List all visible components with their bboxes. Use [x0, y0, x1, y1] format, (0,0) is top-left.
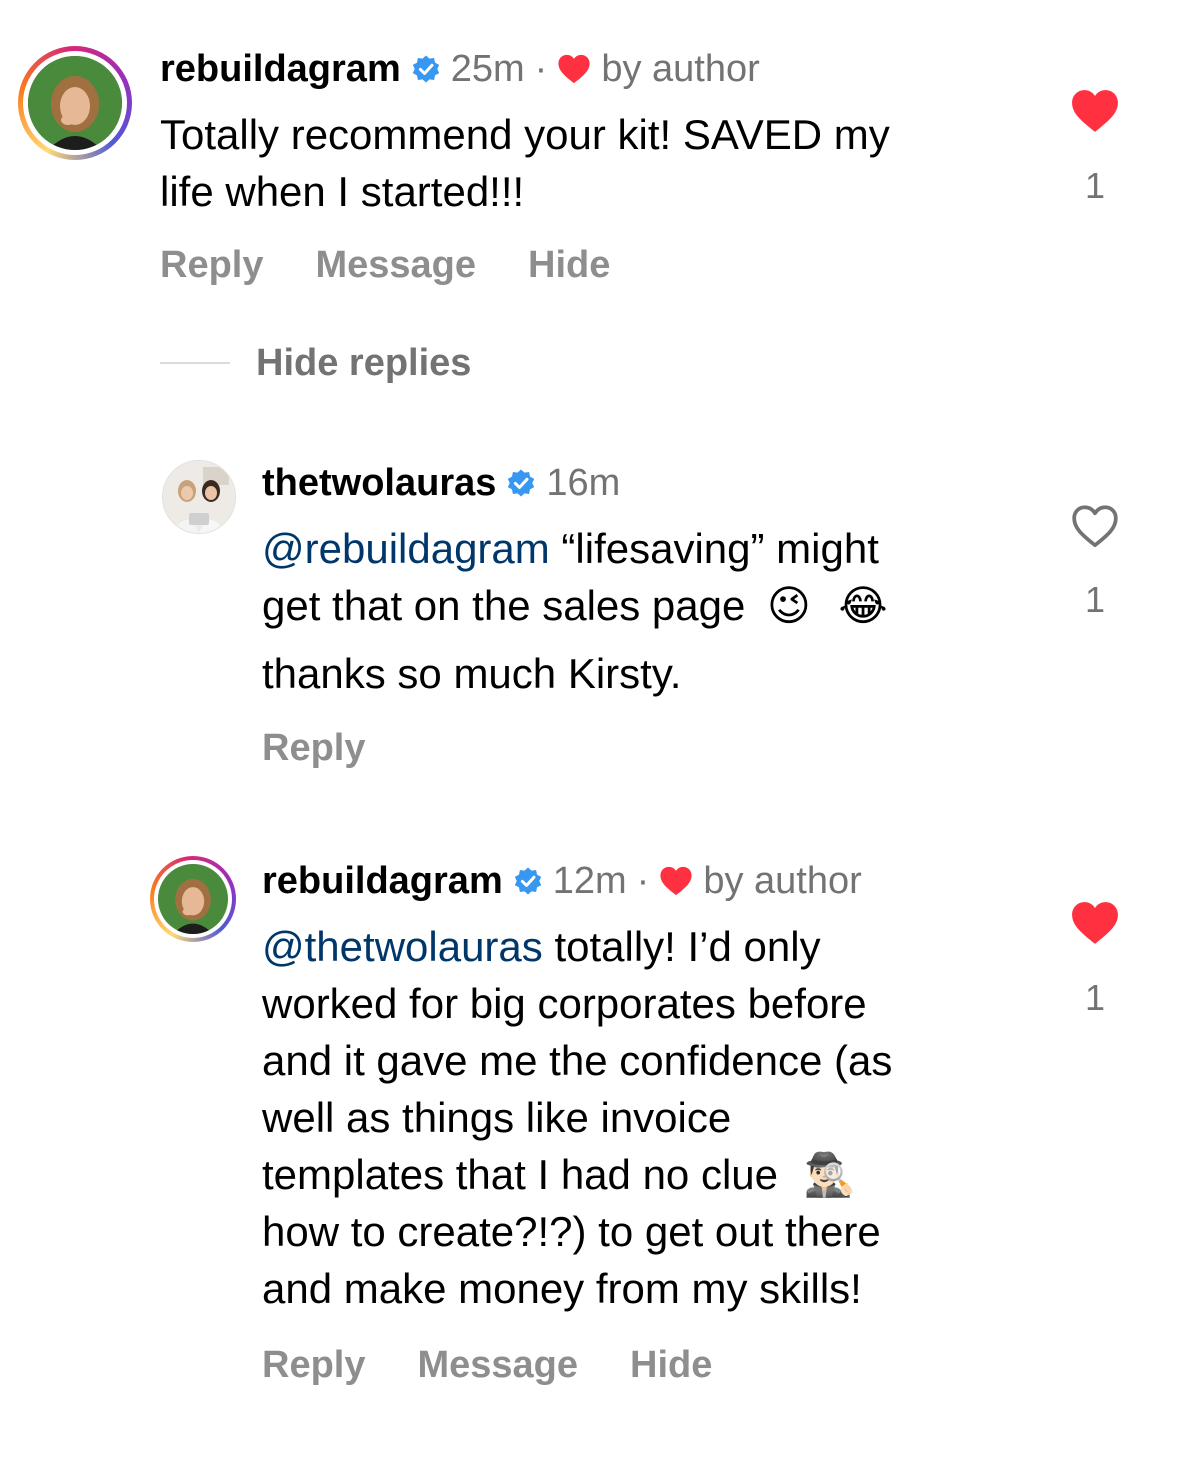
comment-username[interactable]: rebuildagram [160, 46, 401, 92]
like-heart-icon[interactable] [1070, 88, 1120, 134]
message-button[interactable]: Message [417, 1342, 578, 1388]
reply-time: 12m [552, 860, 627, 902]
comment-time: 25m [450, 48, 525, 90]
reply-header: thetwolauras 16m [262, 460, 620, 506]
reply-time: 16m [546, 462, 621, 504]
reply-header: rebuildagram 12m · by author [262, 858, 862, 904]
author-heart-icon [558, 54, 590, 84]
like-count: 1 [1084, 165, 1106, 206]
reply-text-line: templates that I had no clue [262, 1151, 778, 1198]
comment-text-line: Totally recommend your kit! SAVED my [160, 111, 890, 158]
reply-button[interactable]: Reply [160, 242, 263, 288]
message-button[interactable]: Message [315, 242, 476, 288]
reply-username[interactable]: rebuildagram [262, 858, 503, 904]
comment-text-line: life when I started!!! [160, 168, 525, 215]
like-count: 1 [1084, 579, 1106, 620]
reply-text-line: and make money from my skills! [262, 1265, 862, 1312]
liked-by-author-label: by author [703, 860, 862, 902]
hide-button[interactable]: Hide [630, 1342, 712, 1388]
avatar[interactable] [150, 856, 236, 942]
detective-emoji-icon: 🕵🏻‍♂️ [803, 1150, 856, 1199]
reply-text-line: how to create?!?) to get out there [262, 1208, 881, 1255]
avatar-photo [158, 864, 228, 934]
reply-text-line: get that on the sales page [262, 582, 746, 629]
verified-badge-icon [508, 469, 535, 497]
reply-text: @thetwolauras totally! I’d only worked f… [262, 918, 1042, 1317]
reply-text-line: worked for big corporates before [262, 980, 867, 1027]
meta-separator: · [636, 860, 650, 902]
like-heart-icon[interactable] [1070, 900, 1120, 946]
avatar-photo [28, 56, 122, 150]
hide-replies-label[interactable]: Hide replies [256, 340, 471, 386]
like-count: 1 [1084, 977, 1106, 1018]
author-heart-icon [660, 866, 692, 896]
hide-replies-line [160, 362, 230, 364]
comment-actions: Reply Message Hide [160, 242, 610, 288]
reply-text: @rebuildagram “lifesaving” might get tha… [262, 520, 1022, 702]
reply-text-line: and it gave me the confidence (as [262, 1037, 893, 1084]
hide-replies-toggle[interactable]: Hide replies [160, 340, 471, 386]
mention-link[interactable]: @rebuildagram [262, 525, 550, 572]
laughing-tears-emoji-icon: 😂 [838, 581, 888, 630]
comment-header: rebuildagram 25m · by author [160, 46, 760, 92]
reply-button[interactable]: Reply [262, 1342, 365, 1388]
meta-separator: · [534, 48, 548, 90]
verified-badge-icon [514, 867, 541, 895]
liked-by-author-label: by author [601, 48, 760, 90]
wink-emoji-icon: 😉 [767, 581, 811, 630]
verified-badge-icon [412, 55, 439, 83]
reply-text-line: thanks so much Kirsty. [262, 650, 682, 697]
mention-link[interactable]: @thetwolauras [262, 923, 543, 970]
reply-text-segment: “lifesaving” might [549, 525, 879, 572]
reply-actions: Reply Message Hide [262, 1342, 712, 1388]
hide-button[interactable]: Hide [528, 242, 610, 288]
avatar[interactable] [162, 460, 236, 534]
comment-text: Totally recommend your kit! SAVED my lif… [160, 106, 1040, 220]
reply-button[interactable]: Reply [262, 727, 365, 769]
reply-text-segment: totally! I’d only [542, 923, 821, 970]
reply-username[interactable]: thetwolauras [262, 460, 496, 506]
like-heart-outline-icon[interactable] [1070, 503, 1120, 549]
reply-text-line: well as things like invoice [262, 1094, 732, 1141]
reply-actions: Reply [262, 725, 365, 771]
avatar[interactable] [18, 46, 132, 160]
